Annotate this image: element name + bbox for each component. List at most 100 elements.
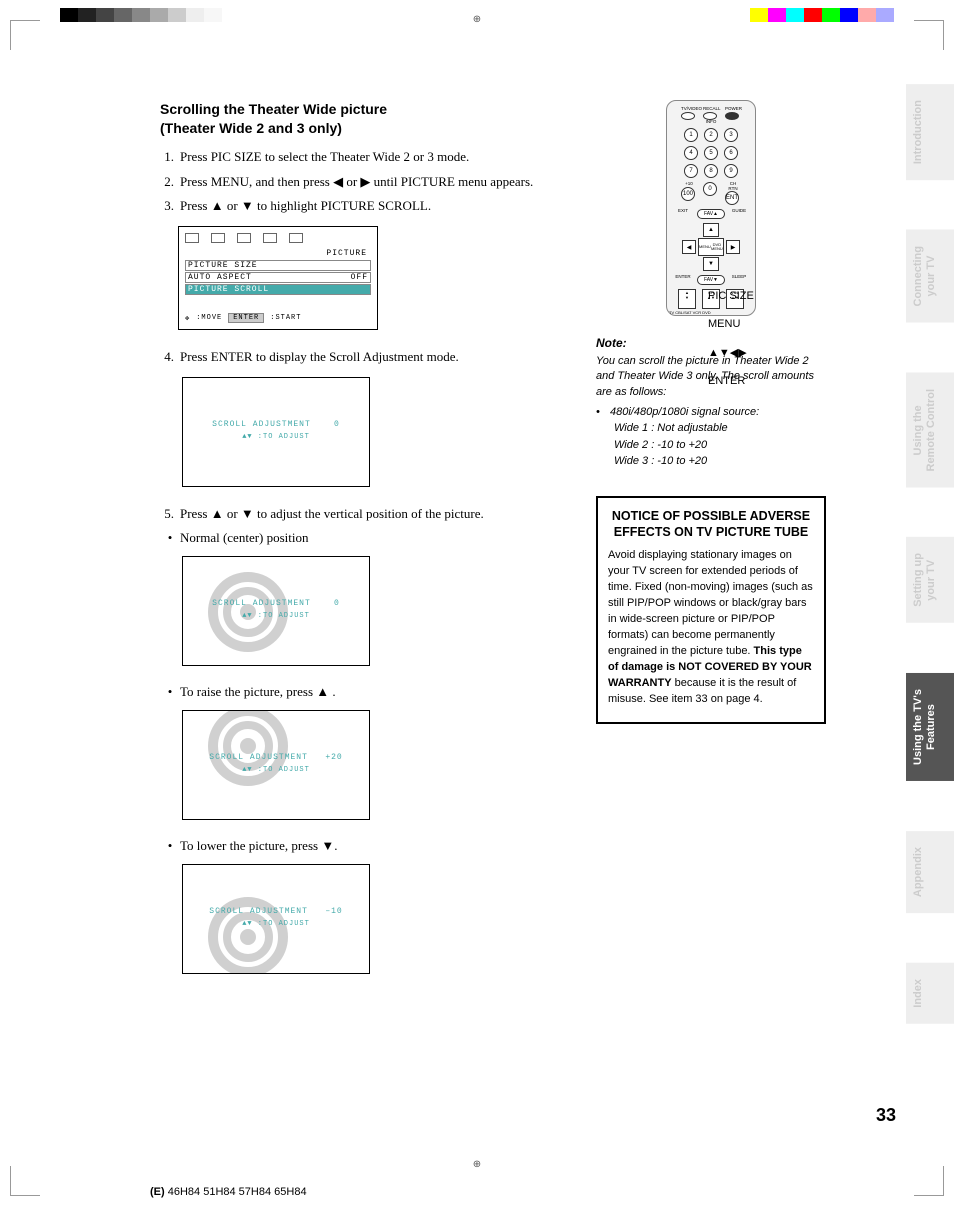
remote-dpad-left: ◀ (682, 240, 696, 254)
osd-footer-start: :START (270, 314, 301, 322)
note-wide3: Wide 3 : -10 to +20 (596, 453, 826, 470)
footer-model-list: 46H84 51H84 57H84 65H84 (168, 1186, 307, 1198)
notice-text: Avoid displaying stationary images on yo… (608, 548, 814, 707)
osd-title: PICTURE (185, 249, 371, 258)
updown-icon: ▲▼ (242, 766, 252, 774)
callout-menu: MENU (708, 318, 754, 330)
bullet-icon: • (596, 406, 610, 418)
scroll-value: 0 (334, 599, 340, 608)
step-text: Press MENU, and then press ◀ or ▶ until … (180, 173, 533, 192)
remote-button-num: 6 (724, 146, 738, 160)
osd-tab-icon (263, 233, 277, 243)
notice-box: NOTICE OF POSSIBLE ADVERSE EFFECTS ON TV… (596, 496, 826, 724)
osd-footer-move: :MOVE (196, 314, 222, 322)
step-text: Press ENTER to display the Scroll Adjust… (180, 348, 459, 367)
osd-scroll-raised: SCROLL ADJUSTMENT +20 ▲▼ :TO ADJUST (182, 710, 370, 820)
osd-row: PICTURE SIZE (185, 260, 371, 271)
remote-button-num: 7 (684, 164, 698, 178)
scroll-label: SCROLL ADJUSTMENT (209, 753, 308, 762)
notice-title: NOTICE OF POSSIBLE ADVERSE EFFECTS ON TV… (608, 508, 814, 541)
osd-scroll-normal: SCROLL ADJUSTMENT 0 ▲▼ :TO ADJUST (182, 556, 370, 666)
remote-button-num: 9 (724, 164, 738, 178)
osd-tab-icon (289, 233, 303, 243)
remote-dpad-down: ▼ (703, 257, 719, 271)
remote-side-labels: TV CBL/SAT VCR DVD (669, 311, 711, 316)
scroll-label: SCROLL ADJUSTMENT (212, 599, 311, 608)
scroll-value: +20 (325, 753, 342, 762)
callout-picsize: PIC SIZE (708, 290, 754, 302)
footer-models: (E) 46H84 51H84 57H84 65H84 (150, 1186, 307, 1198)
scroll-value: –10 (325, 907, 342, 916)
osd-picture-menu: PICTURE PICTURE SIZE AUTO ASPECT OFF PIC… (178, 226, 378, 330)
note-source: 480i/480p/1080i signal source: (610, 406, 759, 418)
osd-scroll-adjustment: SCROLL ADJUSTMENT 0 ▲▼ :TO ADJUST (182, 377, 370, 487)
side-tab: Introduction (906, 84, 954, 180)
side-tabs: IntroductionConnecting your TVUsing the … (906, 84, 954, 1024)
remote-button-0: 0 (703, 182, 717, 196)
scroll-label: SCROLL ADJUSTMENT (209, 907, 308, 916)
step-text: Press ▲ or ▼ to highlight PICTURE SCROLL… (180, 197, 431, 216)
side-column: TV/VIDEO RECALLINFO POWER 123 456 789 +1… (596, 100, 826, 992)
scroll-label: SCROLL ADJUSTMENT (212, 420, 311, 429)
osd-row-label: AUTO ASPECT (188, 273, 252, 282)
note-wide1: Wide 1 : Not adjustable (596, 420, 826, 437)
scroll-adjust-label: :TO ADJUST (258, 433, 310, 441)
footer-e: (E) (150, 1186, 168, 1198)
bullet-icon: • (160, 684, 180, 700)
side-tab: Using the Remote Control (906, 373, 954, 488)
section-heading: Scrolling the Theater Wide picture (Thea… (160, 100, 560, 138)
step-num: 4. (160, 348, 180, 367)
scroll-adjust-label: :TO ADJUST (258, 612, 310, 620)
bullet-icon: • (160, 530, 180, 546)
osd-footer-btn: ENTER (228, 313, 264, 323)
notice-body-a: Avoid displaying stationary images on yo… (608, 549, 813, 657)
remote-button-ent: ENT (725, 191, 739, 205)
step-list: 4.Press ENTER to display the Scroll Adju… (160, 348, 560, 367)
remote-label: CH RTN (725, 182, 741, 191)
page-number: 33 (876, 1105, 896, 1126)
scroll-value: 0 (334, 420, 340, 429)
side-tab: Setting up your TV (906, 537, 954, 623)
scroll-adjust-label: :TO ADJUST (258, 920, 310, 928)
bullet-icon: • (160, 838, 180, 854)
remote-button-num: 4 (684, 146, 698, 160)
remote-button-num: 8 (704, 164, 718, 178)
remote-button-100: 100 (681, 187, 695, 201)
step-text: Press ▲ or ▼ to adjust the vertical posi… (180, 505, 484, 524)
remote-label: RECALL (703, 107, 719, 112)
side-tab: Index (906, 963, 954, 1024)
remote-button-power (725, 112, 739, 120)
osd-tab-icon (185, 233, 199, 243)
osd-row: AUTO ASPECT OFF (185, 272, 371, 283)
note-wide2: Wide 2 : -10 to +20 (596, 437, 826, 454)
step-num: 1. (160, 148, 180, 167)
updown-icon: ▲▼ (242, 433, 252, 441)
updown-icon: ▲▼ (242, 920, 252, 928)
step-text: Press PIC SIZE to select the Theater Wid… (180, 148, 469, 167)
remote-label: INFO (703, 120, 719, 125)
side-tab: Appendix (906, 831, 954, 913)
main-column: Scrolling the Theater Wide picture (Thea… (160, 100, 560, 992)
remote-button-tvvideo (681, 112, 695, 120)
remote-label: GUIDE (731, 209, 747, 219)
osd-row-value: OFF (351, 273, 368, 282)
remote-dpad-right: ▶ (726, 240, 740, 254)
heading-line-2: (Theater Wide 2 and 3 only) (160, 120, 342, 136)
remote-diagram: TV/VIDEO RECALLINFO POWER 123 456 789 +1… (666, 100, 756, 316)
remote-label: +10 (681, 182, 697, 187)
remote-label: ENTER (675, 275, 691, 285)
remote-label: POWER (725, 107, 741, 112)
bullet-text: To raise the picture, press ▲ . (180, 684, 336, 700)
remote-button-favup: FAV▲ (697, 209, 725, 219)
callout-arrows: ▲▼◀▶ (708, 346, 754, 359)
step-list: 5.Press ▲ or ▼ to adjust the vertical po… (160, 505, 560, 524)
remote-callouts: PIC SIZE MENU ▲▼◀▶ ENTER (708, 290, 754, 403)
osd-row-label: PICTURE SCROLL (188, 285, 269, 294)
note-list: •480i/480p/1080i signal source: Wide 1 :… (596, 406, 826, 470)
step-num: 2. (160, 173, 180, 192)
osd-scroll-lowered: SCROLL ADJUSTMENT –10 ▲▼ :TO ADJUST (182, 864, 370, 974)
remote-label: SLEEP (731, 275, 747, 285)
dpad-icon: ✥ (185, 314, 190, 323)
osd-row-label: PICTURE SIZE (188, 261, 258, 270)
osd-tab-icon (211, 233, 225, 243)
